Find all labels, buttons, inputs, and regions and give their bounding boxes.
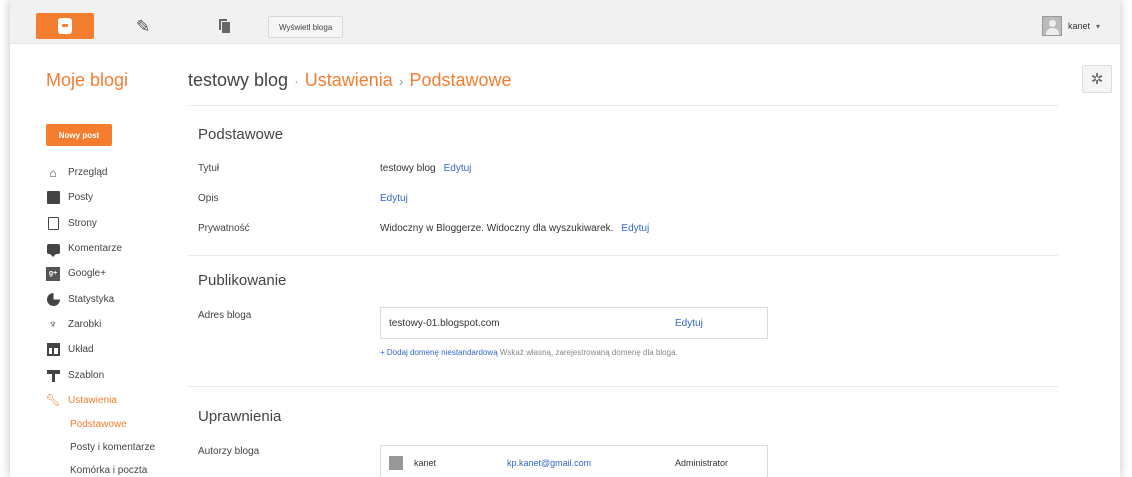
blogger-window: ✎ Wyświetl bloga kanet ▾ Moje blogi test… <box>10 0 1120 477</box>
edit-privacy-link[interactable]: Edytuj <box>621 223 649 234</box>
pages-icon[interactable] <box>218 18 232 34</box>
sidebar-item-label: Posty <box>68 192 94 204</box>
sidebar-item-label: Szablon <box>68 369 105 381</box>
chevron-down-icon: ▾ <box>1095 21 1100 31</box>
user-name: kanet <box>1067 21 1090 31</box>
sidebar-item-label: Zarobki <box>68 318 102 330</box>
template-icon <box>46 368 60 382</box>
new-post-pencil-icon[interactable]: ✎ <box>136 17 150 37</box>
custom-domain-note: + Dodaj domenę niestandardową Wskaż włas… <box>380 347 760 358</box>
table-row: kanet kp.kanet@gmail.com Administrator <box>381 446 767 477</box>
sidebar-nav: ⌂ Przegląd Posty Strony Komentarze g+ Go… <box>45 160 186 477</box>
view-blog-button[interactable]: Wyświetl bloga <box>268 16 344 38</box>
wrench-icon: 🔧︎ <box>45 393 61 408</box>
section-title-publishing: Publikowanie <box>198 272 287 289</box>
sidebar-item-comments[interactable]: Komentarze <box>46 236 186 261</box>
divider <box>188 386 1058 387</box>
google-plus-icon: g+ <box>46 266 60 281</box>
divider <box>188 105 1058 106</box>
posts-icon <box>46 191 60 205</box>
custom-domain-hint: Wskaż własną, zarejestrowaną domenę dla … <box>499 348 678 357</box>
gear-icon[interactable]: ✲ <box>1082 65 1112 93</box>
sidebar-item-label: Google+ <box>68 268 107 280</box>
field-value-title: testowy blog Edytuj <box>380 163 471 174</box>
edit-description-link[interactable]: Edytuj <box>380 193 408 204</box>
sidebar-item-label: Komentarze <box>68 243 122 255</box>
sidebar-item-label: Ustawienia <box>68 394 117 406</box>
blog-address-value: testowy-01.blogspot.com <box>389 317 500 329</box>
pages-icon <box>46 216 60 230</box>
field-label-title: Tytuł <box>198 163 220 174</box>
blog-address-box: testowy-01.blogspot.com Edytuj <box>380 307 768 339</box>
user-menu[interactable]: kanet ▾ <box>1041 16 1100 36</box>
author-role: Administrator <box>675 458 729 468</box>
sidebar-item-google-plus[interactable]: g+ Google+ <box>46 261 186 286</box>
trophy-icon: ♆ <box>48 317 58 332</box>
my-blogs-link[interactable]: Moje blogi <box>46 70 128 91</box>
sidebar-item-label: Przegląd <box>68 167 108 179</box>
breadcrumb-blog: testowy blog <box>188 70 289 90</box>
sidebar-subitem-basic[interactable]: Podstawowe <box>46 413 186 436</box>
authors-table: kanet kp.kanet@gmail.com Administrator <box>380 445 768 477</box>
sidebar-item-label: Strony <box>68 217 97 229</box>
breadcrumb-settings[interactable]: Ustawienia <box>305 70 393 91</box>
field-value-privacy: Widoczny w Bloggerze. Widoczny dla wyszu… <box>380 223 649 234</box>
blog-title-value: testowy blog <box>380 163 436 174</box>
breadcrumb: testowy blog · Ustawienia › Podstawowe <box>188 70 512 91</box>
sidebar-item-pages[interactable]: Strony <box>46 211 186 236</box>
new-post-button[interactable]: Nowy post <box>46 124 112 146</box>
avatar <box>1041 16 1062 36</box>
sidebar-item-overview[interactable]: ⌂ Przegląd <box>46 160 186 185</box>
sidebar-item-stats[interactable]: Statystyka <box>46 286 186 311</box>
field-label-description: Opis <box>198 193 219 204</box>
sidebar-item-earnings[interactable]: ♆ Zarobki <box>46 312 186 337</box>
author-name: kanet <box>414 458 437 468</box>
breadcrumb-separator: › <box>398 72 404 89</box>
sidebar-item-layout[interactable]: Układ <box>46 337 186 362</box>
blogger-logo-button[interactable] <box>36 13 94 39</box>
sidebar-item-template[interactable]: Szablon <box>46 362 186 387</box>
home-icon: ⌂ <box>49 165 57 180</box>
section-title-permissions: Uprawnienia <box>198 408 282 425</box>
divider <box>188 255 1058 256</box>
field-label-privacy: Prywatność <box>198 223 250 234</box>
comments-icon <box>46 242 60 257</box>
sidebar-subitem-posts-comments[interactable]: Posty i komentarze <box>46 436 186 459</box>
sidebar-item-settings[interactable]: 🔧︎ Ustawienia <box>45 388 186 413</box>
field-label-blog-address: Adres bloga <box>198 310 252 321</box>
edit-address-link[interactable]: Edytuj <box>675 318 703 329</box>
sidebar-item-label: Układ <box>68 344 94 356</box>
layout-icon <box>46 343 60 357</box>
field-value-description: Edytuj <box>380 193 408 204</box>
sidebar-item-posts[interactable]: Posty <box>46 185 186 210</box>
blogger-icon <box>58 18 72 34</box>
section-title-basic: Podstawowe <box>198 126 284 143</box>
top-bar: ✎ Wyświetl bloga kanet ▾ <box>10 0 1120 44</box>
privacy-value: Widoczny w Bloggerze. Widoczny dla wyszu… <box>380 223 614 234</box>
field-label-blog-authors: Autorzy bloga <box>198 446 260 457</box>
breadcrumb-page: Podstawowe <box>409 70 512 90</box>
sidebar-subitem-mobile-email[interactable]: Komórka i poczta <box>46 459 186 477</box>
author-email-link[interactable]: kp.kanet@gmail.com <box>507 458 591 468</box>
sidebar-item-label: Statystyka <box>68 293 115 305</box>
add-custom-domain-link[interactable]: + Dodaj domenę niestandardową <box>380 348 498 357</box>
avatar <box>389 456 403 470</box>
edit-title-link[interactable]: Edytuj <box>444 163 472 174</box>
breadcrumb-separator: · <box>294 72 299 89</box>
stats-icon <box>46 292 60 306</box>
